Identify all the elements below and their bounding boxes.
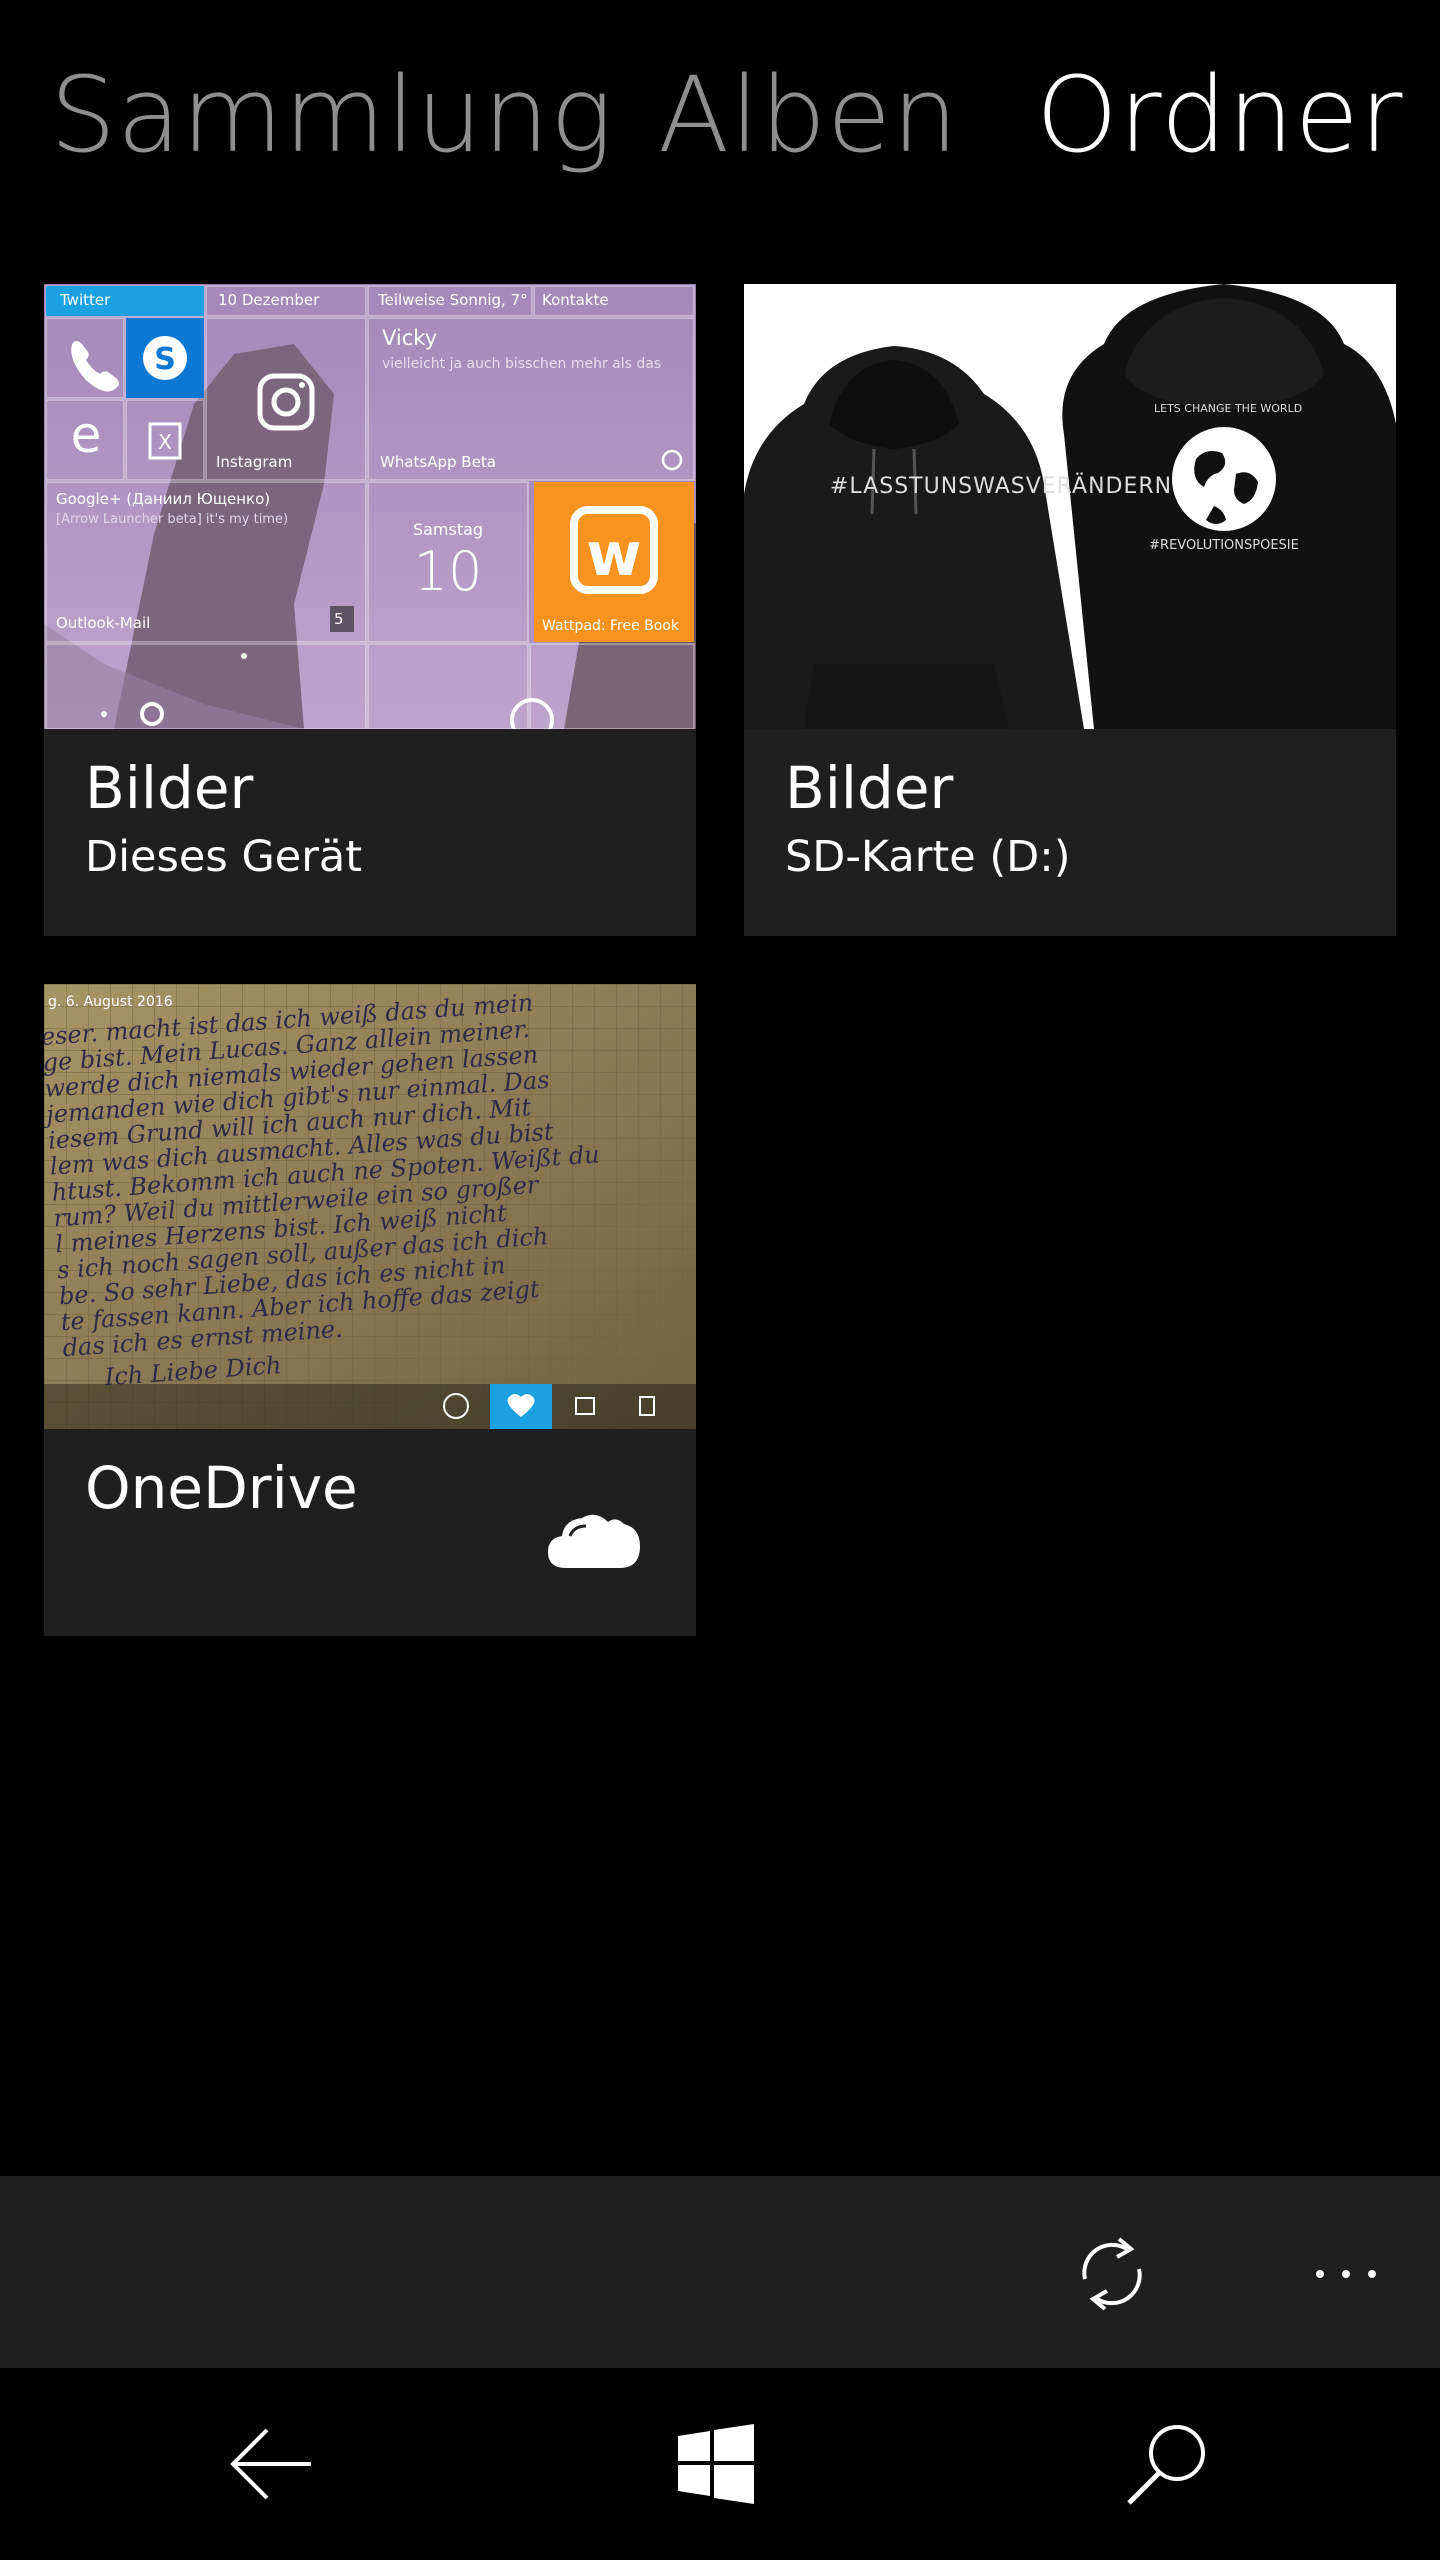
- back-arrow-icon: [230, 2428, 311, 2500]
- thumb-tile-date: 10 Dezember: [218, 291, 320, 309]
- svg-text:X: X: [158, 430, 172, 454]
- hoodie-back-print-top: LETS CHANGE THE WORLD: [1154, 402, 1303, 415]
- thumb-tile-day-number: 10: [413, 540, 483, 603]
- tab-alben[interactable]: Alben: [658, 58, 959, 173]
- folder-thumbnail: S e X w Twitter 10 Dezember Teilweise So…: [44, 284, 696, 729]
- search-button[interactable]: [1118, 2414, 1218, 2514]
- folder-location: Dieses Gerät: [85, 832, 363, 882]
- folder-tile-pictures-sdcard[interactable]: #LASSTUNSWASVERÄNDERN LETS CHANGE THE WO…: [744, 284, 1396, 936]
- thumb-tile-outlook-count: 5: [334, 610, 344, 628]
- hoodie-front-print: #LASSTUNSWASVERÄNDERN: [830, 474, 1173, 499]
- navigation-bar: [0, 2368, 1440, 2560]
- tab-sammlung[interactable]: Sammlung: [50, 58, 614, 173]
- thumb-tile-twitter: Twitter: [60, 291, 111, 309]
- svg-text:S: S: [154, 342, 176, 377]
- photo-date-label: g. 6. August 2016: [48, 994, 173, 1010]
- folder-tile-onedrive[interactable]: g. 6. August 2016 eser. macht ist das ic…: [44, 984, 696, 1636]
- folder-title: Bilder: [785, 754, 954, 822]
- thumb-contact-name: Vicky: [382, 326, 438, 350]
- start-button[interactable]: [666, 2414, 766, 2514]
- thumb-tile-googleplus-msg: [Arrow Launcher beta] it's my time): [56, 512, 289, 527]
- thumb-tile-weather: Teilweise Sonnig, 7°: [378, 291, 528, 309]
- sync-button[interactable]: [1062, 2224, 1162, 2324]
- thumb-tile-outlook: Outlook-Mail: [56, 614, 151, 632]
- sync-icon: [1082, 2237, 1142, 2311]
- thumb-tile-contacts: Kontakte: [542, 291, 609, 309]
- folder-title: OneDrive: [85, 1454, 358, 1522]
- folder-thumbnail: g. 6. August 2016 eser. macht ist das ic…: [44, 984, 696, 1429]
- thumb-tile-googleplus: Google+ (Даниил Ющенко): [56, 490, 271, 508]
- svg-text:w: w: [586, 520, 641, 590]
- windows-logo-icon: [678, 2424, 754, 2504]
- handwritten-note: eser. macht ist das ich weiß das du mein…: [44, 984, 696, 1393]
- more-icon: [1316, 2270, 1376, 2278]
- thumb-tile-instagram: Instagram: [216, 453, 293, 471]
- svg-text:e: e: [71, 406, 102, 464]
- thumb-tile-wattpad: Wattpad: Free Book: [542, 618, 680, 634]
- hoodie-back-print-bottom: #REVOLUTIONSPOESIE: [1149, 538, 1299, 553]
- thumb-tile-day-name: Samstag: [412, 520, 484, 539]
- more-options-button[interactable]: [1296, 2224, 1396, 2324]
- search-icon: [1127, 2425, 1205, 2505]
- folder-thumbnail: #LASSTUNSWASVERÄNDERN LETS CHANGE THE WO…: [744, 284, 1396, 729]
- thumb-contact-msg: vielleicht ja auch bisschen mehr als das: [382, 356, 662, 372]
- thumb-tile-whatsapp: WhatsApp Beta: [380, 453, 496, 471]
- back-button[interactable]: [220, 2414, 320, 2514]
- cloud-icon: [548, 1514, 640, 1568]
- folder-location: SD-Karte (D:): [785, 832, 1071, 882]
- folder-title: Bilder: [85, 754, 254, 822]
- folder-tile-pictures-device[interactable]: S e X w Twitter 10 Dezember Teilweise So…: [44, 284, 696, 936]
- tab-ordner[interactable]: Ordner: [1036, 58, 1403, 173]
- app-bar: [0, 2176, 1440, 2368]
- pivot-header: Sammlung Alben Ordner: [0, 0, 1440, 220]
